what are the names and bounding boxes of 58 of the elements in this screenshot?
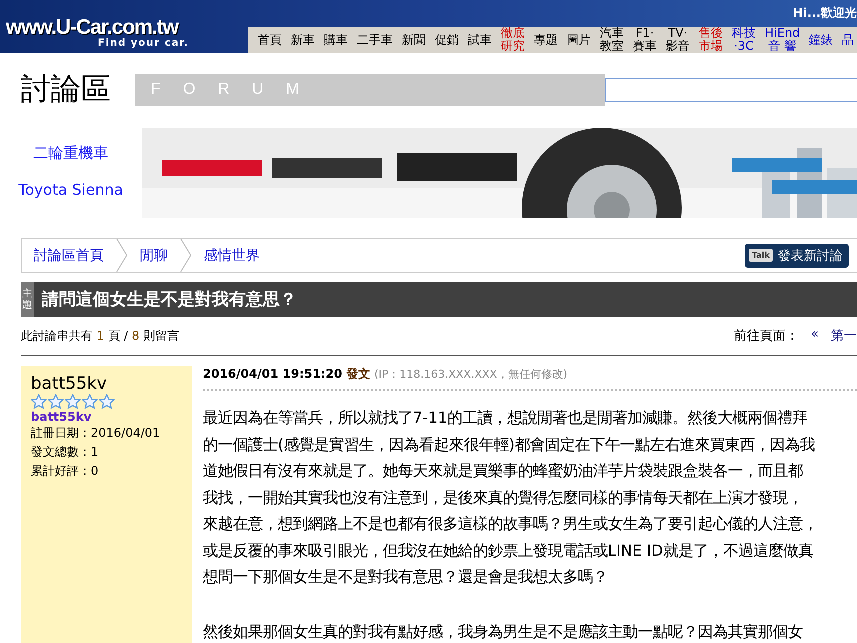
nav-link[interactable]: 首頁	[258, 34, 282, 46]
nav-link[interactable]: 促銷	[435, 34, 459, 46]
first-page-link[interactable]: 第一	[831, 327, 857, 345]
nav-link[interactable]: 圖片	[567, 34, 591, 46]
post-text: 來越在意，想到網路上不是也都有很多這樣的故事嗎？男生或女生為了要引起心儀的人注意，	[203, 514, 819, 535]
logo-tagline: Find your car.	[97, 38, 190, 49]
sidebar-link[interactable]: 二輪重機車	[34, 144, 108, 163]
topic-badge: 主題	[21, 282, 34, 317]
star-icon	[48, 394, 64, 410]
post-text: 的一個護士(感覺是實習生，因為看起來很年輕)都會固定在下午一點左右進來買東西，因為我	[203, 434, 816, 456]
nav-link[interactable]: 購車	[324, 34, 348, 46]
site-logo[interactable]: www.U-Car.com.tw	[6, 17, 248, 38]
post-text: 最近因為在等當兵，所以就找了7-11的工讀，想說閒著也是閒著加減賺。然後大概兩個禮拜	[203, 408, 809, 429]
thread-stats: 此討論串共有 1 頁 / 8 則留言	[21, 328, 180, 344]
post-text: 道她假日有沒有來就是了。她每天來就是買樂事的蜂蜜奶油洋芋片袋裝跟盒裝各一，而且都	[203, 461, 804, 482]
post-text: 或是反覆的事來吸引眼光，但我沒在她給的鈔票上發現電話或LINE ID就是了，不過這麼做真	[203, 540, 814, 562]
star-icon	[65, 394, 81, 410]
nav-link[interactable]: 鐘錶	[809, 34, 834, 46]
nav-link[interactable]: 汽車教室	[600, 27, 624, 53]
chevron-icon	[180, 239, 192, 272]
breadcrumb-link[interactable]: 討論區首頁	[22, 239, 116, 272]
topic-title: 請問這個女生是不是對我有意思？	[42, 289, 297, 311]
greeting-text: Hi...歡迎光	[793, 5, 857, 22]
chevron-icon	[116, 239, 128, 272]
nav-link[interactable]: 試車	[468, 34, 492, 46]
new-topic-button[interactable]: Talk 發表新討論	[745, 244, 849, 268]
search-field[interactable]	[605, 78, 857, 102]
nav-link[interactable]: 專題	[534, 34, 558, 46]
pager-label: 前往頁面：	[734, 328, 800, 345]
nav-link[interactable]: HiEnd 音 響	[765, 27, 800, 53]
profile-link[interactable]: batt55kv	[31, 410, 182, 424]
post-text: 然後如果那個女生真的對我有點好感，我身為男生是不是應該主動一點呢？因為其實那個女	[203, 622, 804, 642]
nav-link[interactable]: 徹底研究	[501, 27, 525, 53]
breadcrumb-link[interactable]: 閒聊	[128, 239, 180, 272]
prev-page-link[interactable]: «	[811, 327, 819, 345]
nav-link[interactable]: 售後市場	[699, 27, 723, 53]
user-info: 累計好評：0	[31, 463, 100, 480]
sidebar-link[interactable]: Toyota Sienna	[18, 181, 124, 199]
post-ip: (IP：118.163.XXX.XXX，無任何修改)	[374, 367, 568, 382]
star-icon	[99, 394, 115, 410]
post-text: 我找，一開始其實我也沒有注意到，是後來真的覺得怎麼同樣的事情每天都在上演才發現，	[203, 488, 804, 508]
star-icon	[82, 394, 98, 410]
nav-link[interactable]: 二手車	[357, 34, 393, 46]
post-time: 2016/04/01 19:51:20	[203, 367, 342, 381]
nav-link[interactable]: 品	[842, 34, 854, 46]
nav-link[interactable]: F1· 賽車	[633, 27, 657, 53]
user-info: 發文總數：1	[31, 444, 100, 461]
post-text: 想問一下那個女生是不是對我有意思？還是會是我想太多嗎？	[203, 567, 609, 588]
nav-link[interactable]: 新聞	[402, 34, 426, 46]
forum-title: 討論區	[21, 71, 112, 109]
nav-link[interactable]: TV· 影音	[666, 27, 690, 53]
breadcrumb-link[interactable]: 感情世界	[192, 239, 272, 272]
star-icon	[31, 394, 47, 410]
nav-link[interactable]: 科技 ·3C	[732, 27, 756, 53]
user-info: 註冊日期：2016/04/01	[31, 425, 162, 442]
post-action: 發文	[346, 366, 370, 383]
nav-link[interactable]: 新車	[291, 34, 315, 46]
username: batt55kv	[31, 374, 108, 394]
